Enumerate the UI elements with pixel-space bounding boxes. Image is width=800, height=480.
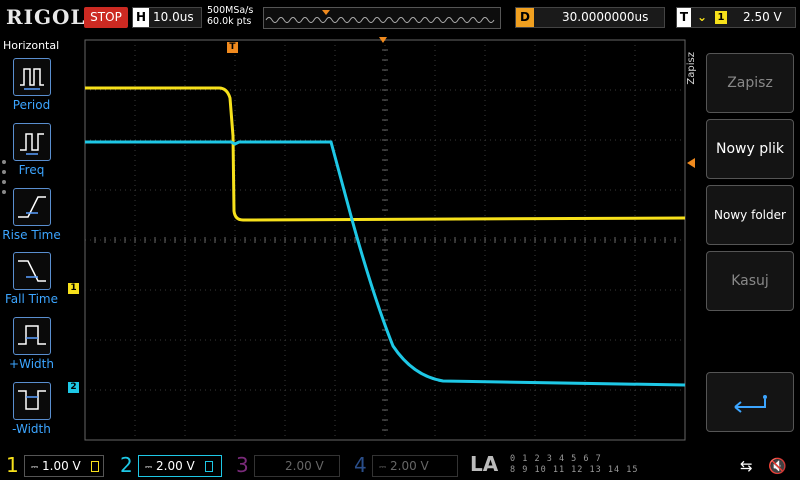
save-button[interactable]: Zapisz — [706, 53, 794, 113]
ch1-number[interactable]: 1 — [6, 452, 19, 478]
measure-fall-time-button[interactable]: Fall Time — [0, 252, 63, 306]
sample-rate: 500MSa/s — [207, 5, 254, 16]
ch4-coupling-icon: ⎓ — [379, 463, 387, 473]
ch3-number[interactable]: 3 — [236, 452, 249, 478]
memory-overview-wave — [265, 10, 495, 23]
fall-time-label: Fall Time — [4, 292, 58, 306]
timebase-value: 10.0us — [153, 10, 194, 24]
ch4-scale-box[interactable]: ⎓ 2.00 V — [372, 455, 458, 477]
ch3-scale-box[interactable]: 2.00 V — [254, 455, 340, 477]
freq-icon — [12, 123, 51, 161]
ch2-offset-marker[interactable]: 2 — [68, 382, 79, 393]
status-bar: RIGOL STOP H 10.0us 500MSa/s 60.0k pts D 3… — [0, 0, 800, 36]
brand-logo: RIGOL — [6, 5, 86, 29]
horizontal-timebase[interactable]: H 10.0us — [132, 7, 202, 28]
trigger-position-marker[interactable]: T — [227, 42, 238, 53]
trigger-level-marker-icon[interactable] — [687, 158, 695, 168]
neg-width-icon — [12, 382, 51, 420]
trigger-key: T — [677, 8, 691, 27]
ch1-scale-box[interactable]: ⎓ 1.00 V — [24, 455, 104, 477]
ch1-coupling-icon: ⎓ — [31, 463, 39, 473]
trigger-readout[interactable]: T ⌄ 1 2.50 V — [676, 7, 796, 28]
period-label: Period — [12, 98, 51, 112]
la-row-1: 0 1 2 3 4 5 6 7 — [510, 454, 602, 464]
measure-neg-width-button[interactable]: -Width — [0, 382, 63, 436]
channel-bar: 1 ⎓ 1.00 V 2 ⎓ 2.00 V 3 2.00 V 4 ⎓ 2.00 … — [0, 450, 800, 480]
mute-speaker-icon[interactable]: 🔇 — [768, 457, 787, 475]
pos-width-label: +Width — [9, 357, 54, 371]
trigger-source: 1 — [715, 11, 727, 24]
menu-title: Horizontal — [3, 39, 60, 52]
memory-depth: 60.0k pts — [207, 16, 252, 27]
freq-label: Freq — [18, 163, 45, 177]
falling-edge-icon: ⌄ — [697, 10, 708, 24]
measure-rise-time-button[interactable]: Rise Time — [0, 188, 63, 242]
fall-time-icon — [12, 252, 51, 290]
logic-channel-grid[interactable]: 0 1 2 3 4 5 6 7 8 9 10 11 12 13 14 15 — [510, 454, 638, 476]
delay-readout[interactable]: D 30.0000000us — [515, 7, 665, 28]
measure-pos-width-button[interactable]: +Width — [0, 317, 63, 371]
trigger-level: 2.50 V — [743, 10, 782, 24]
menu-tab-label: Zapisz — [686, 52, 697, 85]
ch1-bw-icon — [90, 461, 99, 472]
center-marker-icon — [379, 37, 387, 43]
measure-freq-button[interactable]: Freq — [0, 123, 63, 177]
period-icon — [12, 58, 51, 96]
logic-analyzer-label[interactable]: LA — [470, 452, 498, 476]
ch3-scale: 2.00 V — [285, 459, 324, 473]
usb-icon: ⇆ — [740, 457, 753, 475]
measure-period-button[interactable]: Period — [0, 58, 63, 112]
run-stop-indicator[interactable]: STOP — [84, 7, 128, 28]
delay-value: 30.0000000us — [562, 10, 649, 24]
new-folder-button[interactable]: Nowy folder — [706, 185, 794, 245]
ch2-scale: 2.00 V — [156, 459, 195, 473]
memory-overview[interactable] — [263, 7, 501, 29]
ch4-number[interactable]: 4 — [354, 452, 367, 478]
return-icon — [734, 395, 767, 413]
delete-button[interactable]: Kasuj — [706, 251, 794, 311]
neg-width-label: -Width — [12, 422, 51, 436]
horizontal-key: H — [133, 8, 149, 27]
ch2-number[interactable]: 2 — [120, 452, 133, 478]
rise-time-icon — [12, 188, 51, 226]
ch1-offset-marker[interactable]: 1 — [68, 283, 79, 294]
waveform-display[interactable]: T 1 2 — [63, 36, 703, 450]
la-row-2: 8 9 10 11 12 13 14 15 — [510, 465, 639, 475]
delay-key: D — [516, 8, 534, 27]
rise-time-label: Rise Time — [2, 228, 61, 242]
ch2-coupling-icon: ⎓ — [145, 463, 153, 473]
ch2-scale-box[interactable]: ⎓ 2.00 V — [138, 455, 222, 477]
waveform-graticule — [84, 39, 686, 441]
ch4-scale: 2.00 V — [390, 459, 429, 473]
pos-width-icon — [12, 317, 51, 355]
sample-info: 500MSa/s 60.0k pts — [207, 5, 253, 27]
new-file-button[interactable]: Nowy plik — [706, 119, 794, 179]
return-button[interactable] — [706, 372, 794, 432]
ch1-scale: 1.00 V — [42, 459, 81, 473]
ch2-bw-icon — [204, 461, 213, 472]
